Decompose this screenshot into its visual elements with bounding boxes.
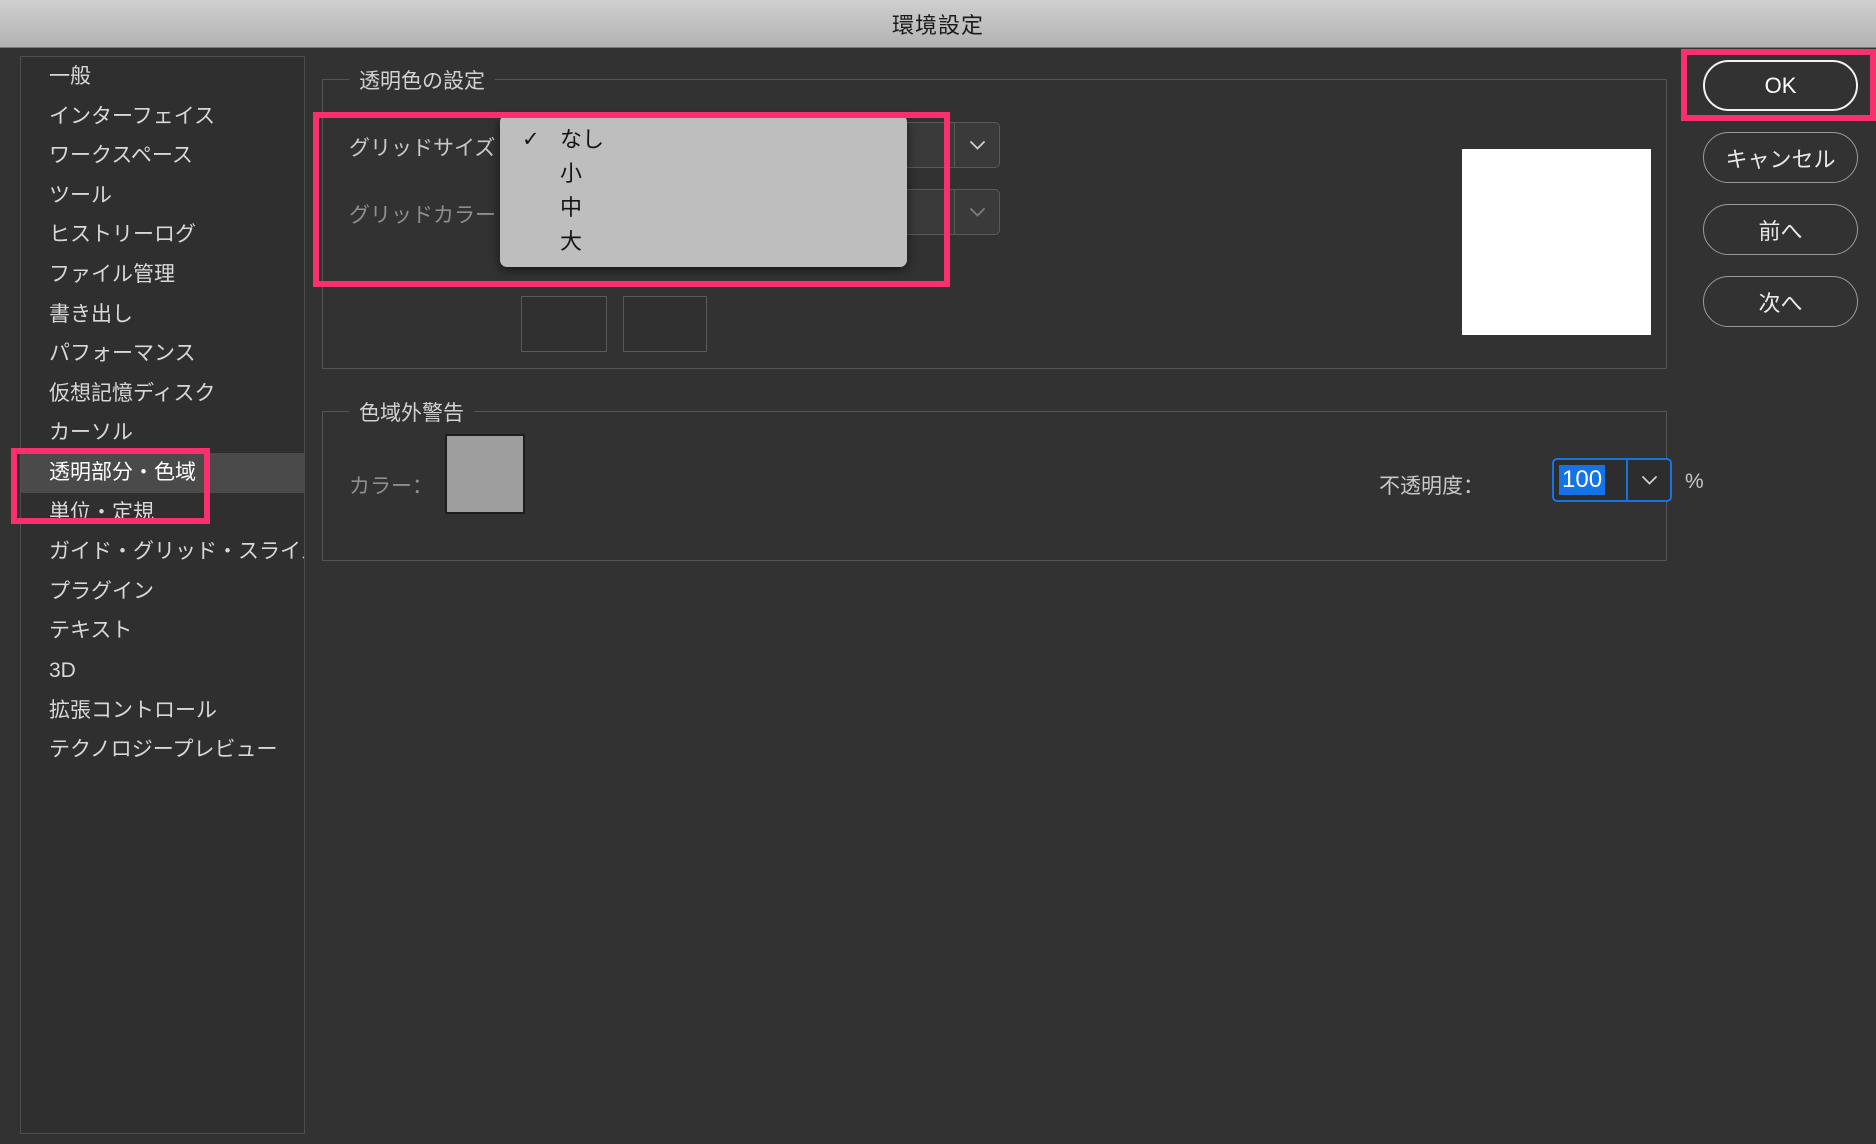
grid-color-swatch-b[interactable] bbox=[623, 296, 707, 352]
opacity-label: 不透明度： bbox=[1379, 475, 1484, 498]
sidebar-item-label: パフォーマンス bbox=[49, 342, 196, 366]
sidebar-item-9[interactable]: カーソル bbox=[21, 413, 304, 453]
window-titlebar: 環境設定 bbox=[0, 0, 1876, 48]
sidebar-item-label: 拡張コントロール bbox=[49, 698, 217, 722]
gamut-group-legend: 色域外警告 bbox=[349, 397, 474, 427]
sidebar-item-17[interactable]: テクノロジープレビュー bbox=[21, 730, 304, 770]
sidebar-item-label: テクノロジープレビュー bbox=[49, 738, 278, 762]
sidebar-item-12[interactable]: ガイド・グリッド・スライス bbox=[21, 532, 304, 572]
dialog-button-label: OK bbox=[1764, 72, 1797, 98]
sidebar-item-10[interactable]: 透明部分・色域 bbox=[21, 452, 304, 493]
sidebar-item-label: プラグイン bbox=[49, 579, 154, 603]
dropdown-item-2[interactable]: 中 bbox=[500, 191, 907, 225]
dropdown-item-0[interactable]: ✓ なし bbox=[500, 123, 907, 157]
gamut-color-label: カラー： bbox=[349, 475, 433, 498]
sidebar-item-4[interactable]: ヒストリーログ bbox=[21, 215, 304, 255]
window-title: 環境設定 bbox=[891, 12, 984, 38]
sidebar-item-14[interactable]: テキスト bbox=[21, 611, 304, 651]
dropdown-item-label: 中 bbox=[560, 195, 583, 220]
sidebar-item-label: 3D bbox=[49, 658, 76, 682]
sidebar-item-16[interactable]: 拡張コントロール bbox=[21, 691, 304, 731]
dropdown-item-1[interactable]: 小 bbox=[500, 157, 907, 191]
sidebar-item-2[interactable]: ワークスペース bbox=[21, 136, 304, 176]
sidebar-item-label: ヒストリーログ bbox=[49, 223, 196, 247]
sidebar-item-7[interactable]: パフォーマンス bbox=[21, 334, 304, 374]
grid-color-chevron-down-icon[interactable] bbox=[954, 190, 999, 234]
sidebar-item-1[interactable]: インターフェイス bbox=[21, 97, 304, 137]
opacity-value: 100 bbox=[1559, 465, 1606, 495]
sidebar-item-label: インターフェイス bbox=[49, 104, 216, 128]
sidebar-item-label: ガイド・グリッド・スライス bbox=[49, 540, 305, 564]
transparency-group-legend: 透明色の設定 bbox=[349, 65, 495, 95]
dropdown-item-label: 大 bbox=[560, 229, 583, 254]
grid-size-dropdown-menu[interactable]: ✓ なし小中大 bbox=[500, 115, 907, 267]
dialog-button-2[interactable]: 前へ bbox=[1703, 204, 1858, 255]
sidebar-item-8[interactable]: 仮想記憶ディスク bbox=[21, 374, 304, 414]
preferences-category-list[interactable]: 一般インターフェイス ワークスペース ツールヒストリーログ ファイル管理 書き出しパフォ… bbox=[20, 56, 305, 1134]
sidebar-item-15[interactable]: 3D bbox=[21, 651, 304, 691]
sidebar-item-label: 単位・定規 bbox=[49, 500, 154, 524]
opacity-unit: % bbox=[1685, 470, 1704, 493]
transparency-preview-swatch bbox=[1462, 149, 1651, 335]
sidebar-item-label: 透明部分・色域 bbox=[49, 460, 196, 484]
sidebar-item-label: テキスト bbox=[49, 619, 133, 643]
dropdown-item-label: なし bbox=[560, 127, 605, 152]
opacity-input[interactable]: 100 bbox=[1552, 458, 1626, 502]
sidebar-item-label: カーソル bbox=[49, 421, 133, 445]
sidebar-item-label: ツール bbox=[49, 183, 112, 207]
dialog-button-3[interactable]: 次へ bbox=[1703, 276, 1858, 327]
sidebar-item-label: ファイル管理 bbox=[49, 262, 175, 286]
dialog-button-label: キャンセル bbox=[1725, 146, 1836, 172]
sidebar-item-label: ワークスペース bbox=[49, 144, 193, 168]
dialog-button-label: 次へ bbox=[1758, 290, 1803, 316]
grid-size-label: グリッドサイズ bbox=[349, 137, 496, 160]
sidebar-item-3[interactable]: ツール bbox=[21, 176, 304, 216]
sidebar-item-11[interactable]: 単位・定規 bbox=[21, 493, 304, 533]
grid-color-swatch-a[interactable] bbox=[521, 296, 607, 352]
sidebar-item-5[interactable]: ファイル管理 bbox=[21, 255, 304, 295]
dialog-button-ok[interactable]: OK bbox=[1703, 60, 1858, 111]
dialog-button-label: 前へ bbox=[1758, 218, 1803, 244]
sidebar-item-13[interactable]: プラグイン bbox=[21, 572, 304, 612]
sidebar-item-label: 書き出し bbox=[49, 302, 133, 326]
dropdown-item-3[interactable]: 大 bbox=[500, 225, 907, 259]
sidebar-item-0[interactable]: 一般 bbox=[21, 57, 304, 97]
grid-size-chevron-down-icon[interactable] bbox=[954, 123, 999, 167]
sidebar-item-6[interactable]: 書き出し bbox=[21, 295, 304, 335]
checkmark-icon: ✓ bbox=[522, 128, 540, 151]
sidebar-item-label: 仮想記憶ディスク bbox=[49, 381, 216, 405]
gamut-color-swatch[interactable] bbox=[445, 434, 525, 514]
grid-color-label: グリッドカラー bbox=[349, 204, 496, 227]
sidebar-item-label: 一般 bbox=[49, 65, 91, 88]
gamut-warning-group: 色域外警告 カラー： 不透明度： 100 % bbox=[322, 397, 1704, 561]
opacity-chevron-down-icon[interactable] bbox=[1626, 458, 1672, 502]
dialog-button-1[interactable]: キャンセル bbox=[1703, 132, 1858, 183]
dropdown-item-label: 小 bbox=[560, 161, 583, 186]
dialog-button-column: OK キャンセル前へ次へ bbox=[1703, 60, 1858, 348]
